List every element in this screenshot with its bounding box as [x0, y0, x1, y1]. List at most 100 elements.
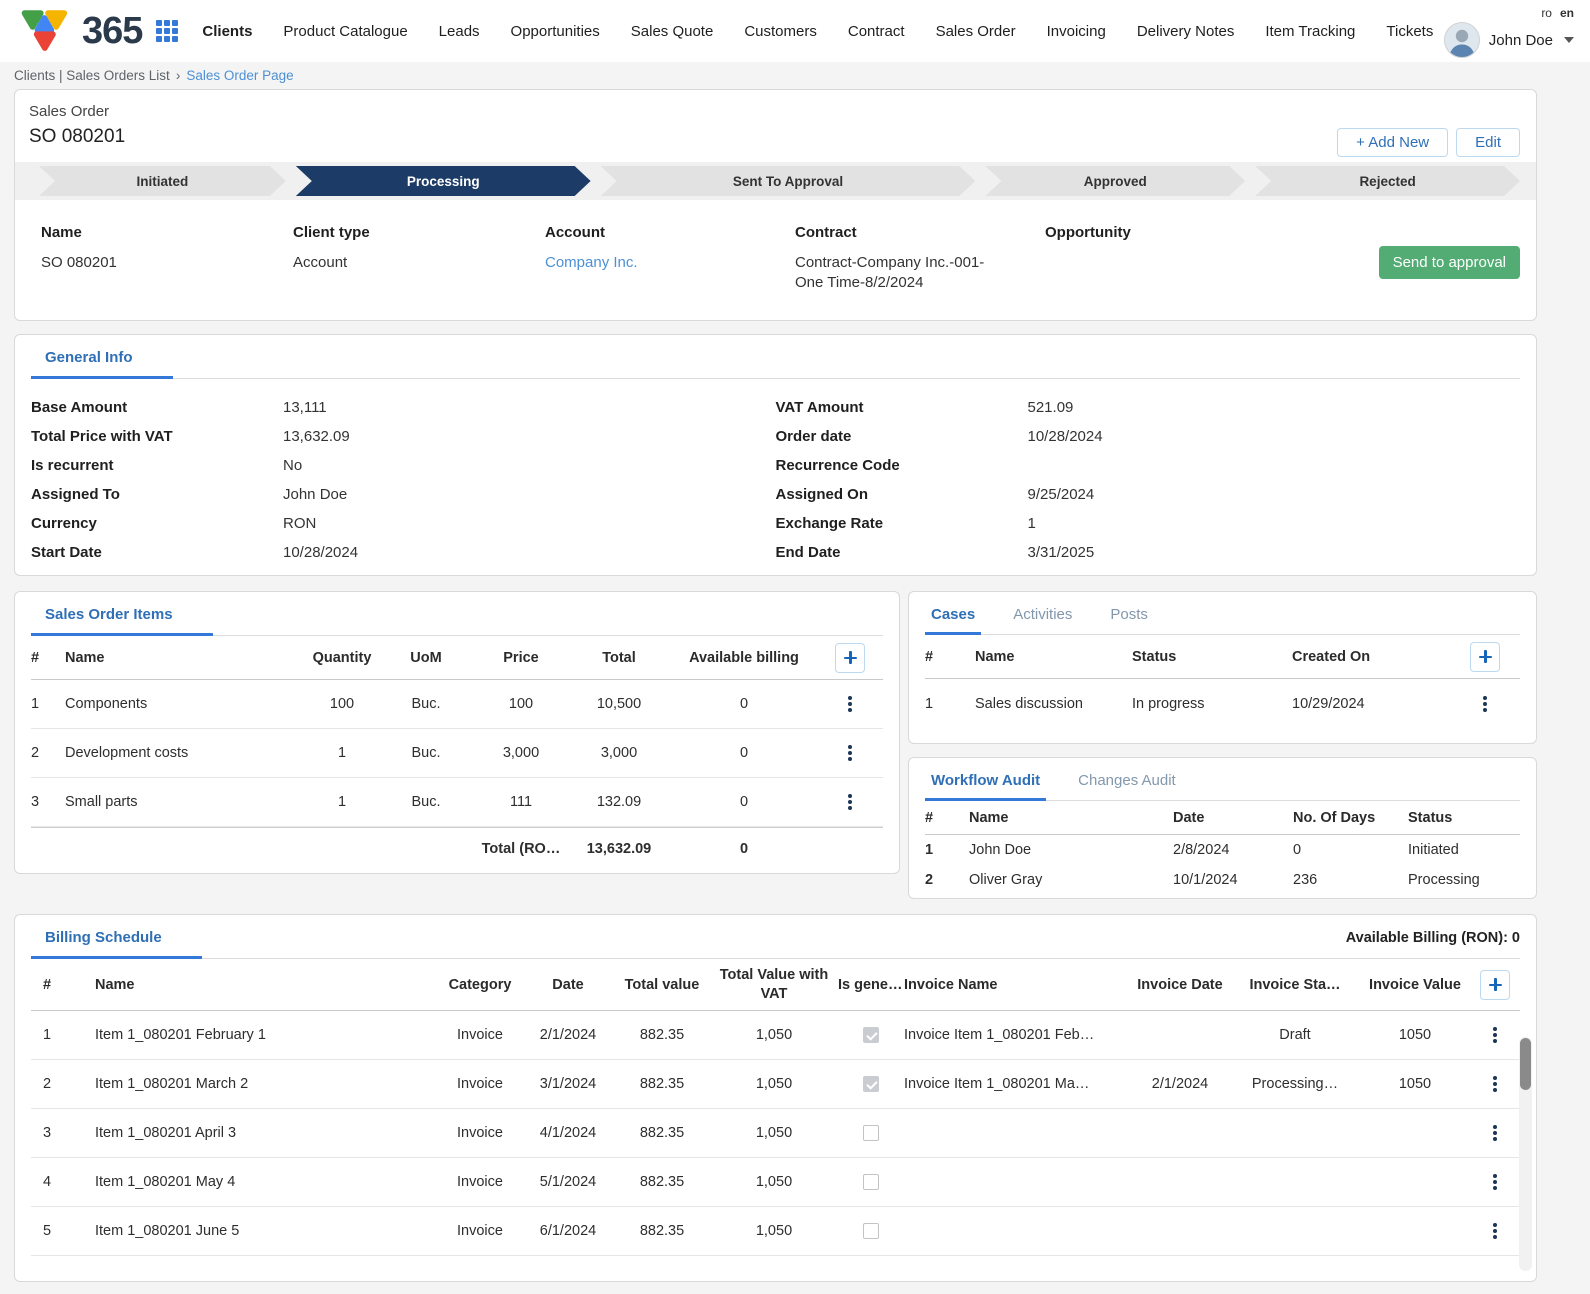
- field-client-type-label: Client type: [293, 224, 535, 241]
- row-number: 1: [31, 696, 65, 712]
- items-total-available: 0: [671, 841, 817, 857]
- kebab-menu-icon[interactable]: [1493, 1076, 1497, 1092]
- add-new-button[interactable]: + Add New: [1337, 128, 1448, 157]
- general-info-card: General Info Base Amount13,111 Total Pri…: [14, 334, 1537, 576]
- breadcrumb-current[interactable]: Sales Order Page: [186, 68, 293, 83]
- kebab-menu-icon[interactable]: [1493, 1027, 1497, 1043]
- breadcrumb-path[interactable]: Clients | Sales Orders List: [14, 68, 170, 83]
- is-generated-checkbox[interactable]: [863, 1174, 879, 1190]
- billing-item-name: Item 1_080201 April 3: [95, 1125, 438, 1141]
- tab-activities[interactable]: Activities: [1007, 594, 1078, 635]
- billing-scrollbar[interactable]: [1519, 1037, 1532, 1271]
- item-uom: Buc.: [377, 794, 475, 810]
- col-invoice-value: Invoice Value: [1360, 977, 1470, 993]
- kebab-menu-icon[interactable]: [1493, 1125, 1497, 1141]
- add-case-button[interactable]: [1470, 642, 1500, 672]
- gi-label: Recurrence Code: [776, 457, 1028, 474]
- is-generated-checkbox[interactable]: [863, 1076, 879, 1092]
- nav-item-invoicing[interactable]: Invoicing: [1047, 23, 1106, 40]
- is-generated-checkbox[interactable]: [863, 1223, 879, 1239]
- send-to-approval-button[interactable]: Send to approval: [1379, 246, 1520, 279]
- stage-initiated[interactable]: Initiated: [39, 166, 286, 196]
- lang-ro[interactable]: ro: [1541, 6, 1552, 20]
- tab-sales-order-items[interactable]: Sales Order Items: [31, 594, 213, 636]
- gi-label: Assigned To: [31, 486, 283, 503]
- kebab-menu-icon[interactable]: [848, 794, 852, 810]
- billing-invoice-name: Invoice Item 1_080201 Ma…: [904, 1076, 1130, 1092]
- kebab-menu-icon[interactable]: [1493, 1174, 1497, 1190]
- tab-cases[interactable]: Cases: [925, 594, 981, 635]
- billing-category: Invoice: [438, 1027, 522, 1043]
- nav-item-clients[interactable]: Clients: [202, 23, 252, 40]
- kebab-menu-icon[interactable]: [848, 696, 852, 712]
- lang-en[interactable]: en: [1560, 6, 1574, 20]
- col-total: Total: [567, 650, 671, 666]
- tab-changes-audit[interactable]: Changes Audit: [1072, 760, 1182, 801]
- billing-total-value: 882.35: [614, 1076, 710, 1092]
- add-billing-button[interactable]: [1480, 970, 1510, 1000]
- kebab-menu-icon[interactable]: [1483, 696, 1487, 712]
- col-name: Name: [65, 650, 307, 666]
- nav-item-sales-order[interactable]: Sales Order: [936, 23, 1016, 40]
- is-generated-checkbox[interactable]: [863, 1027, 879, 1043]
- items-total-row: Total (RO… 13,632.09 0: [31, 827, 883, 869]
- col-name: Name: [95, 977, 438, 993]
- billing-invoice-value: 1050: [1360, 1027, 1470, 1043]
- tab-general-info[interactable]: General Info: [31, 337, 173, 379]
- brand[interactable]: 365: [18, 5, 178, 57]
- gi-label: End Date: [776, 544, 1028, 561]
- billing-date: 4/1/2024: [522, 1125, 614, 1141]
- field-contract-value: Contract-Company Inc.-001-One Time-8/2/2…: [795, 253, 1005, 294]
- billing-scrollbar-thumb[interactable]: [1520, 1038, 1531, 1090]
- gi-value: 521.09: [1028, 399, 1074, 416]
- billing-item-name: Item 1_080201 June 5: [95, 1223, 438, 1239]
- col-date: Date: [1173, 810, 1293, 826]
- billing-date: 5/1/2024: [522, 1174, 614, 1190]
- tab-billing-schedule[interactable]: Billing Schedule: [31, 917, 202, 959]
- nav-item-delivery-notes[interactable]: Delivery Notes: [1137, 23, 1235, 40]
- field-name-label: Name: [41, 224, 283, 241]
- kebab-menu-icon[interactable]: [848, 745, 852, 761]
- nav-item-item-tracking[interactable]: Item Tracking: [1265, 23, 1355, 40]
- stage-approved[interactable]: Approved: [985, 166, 1245, 196]
- workflow-user: John Doe: [969, 842, 1173, 858]
- avatar[interactable]: [1444, 22, 1480, 58]
- workflow-stage-strip: Initiated Processing Sent To Approval Ap…: [15, 162, 1536, 200]
- gi-value: 10/28/2024: [1028, 428, 1103, 445]
- billing-item-name: Item 1_080201 May 4: [95, 1174, 438, 1190]
- edit-button[interactable]: Edit: [1456, 128, 1520, 157]
- item-uom: Buc.: [377, 745, 475, 761]
- add-item-button[interactable]: [835, 643, 865, 673]
- nav-item-tickets[interactable]: Tickets: [1386, 23, 1433, 40]
- user-menu[interactable]: John Doe: [1444, 22, 1574, 58]
- chevron-down-icon[interactable]: [1564, 37, 1574, 43]
- nav-item-contract[interactable]: Contract: [848, 23, 905, 40]
- item-available: 0: [671, 745, 817, 761]
- tab-workflow-audit[interactable]: Workflow Audit: [925, 760, 1046, 801]
- nav-item-customers[interactable]: Customers: [744, 23, 817, 40]
- apps-grid-icon[interactable]: [156, 20, 178, 42]
- billing-schedule-card: Billing Schedule Available Billing (RON)…: [14, 914, 1537, 1282]
- nav-item-leads[interactable]: Leads: [439, 23, 480, 40]
- field-account-value-link[interactable]: Company Inc.: [545, 253, 785, 273]
- billing-item-name: Item 1_080201 February 1: [95, 1027, 438, 1043]
- is-generated-checkbox[interactable]: [863, 1125, 879, 1141]
- kebab-menu-icon[interactable]: [1493, 1223, 1497, 1239]
- nav-item-product-catalogue[interactable]: Product Catalogue: [283, 23, 407, 40]
- item-name: Small parts: [65, 794, 307, 810]
- gi-label: Base Amount: [31, 399, 283, 416]
- item-quantity: 1: [307, 745, 377, 761]
- col-name: Name: [975, 649, 1132, 665]
- col-date: Date: [522, 977, 614, 993]
- gi-value: RON: [283, 515, 316, 532]
- billing-invoice-value: 1050: [1360, 1076, 1470, 1092]
- billing-total-with-vat: 1,050: [710, 1124, 838, 1142]
- billing-category: Invoice: [438, 1174, 522, 1190]
- stage-sent-to-approval[interactable]: Sent To Approval: [601, 166, 976, 196]
- stage-rejected[interactable]: Rejected: [1255, 166, 1520, 196]
- nav-item-opportunities[interactable]: Opportunities: [511, 23, 600, 40]
- tab-posts[interactable]: Posts: [1104, 594, 1154, 635]
- nav-item-sales-quote[interactable]: Sales Quote: [631, 23, 714, 40]
- billing-item-name: Item 1_080201 March 2: [95, 1076, 438, 1092]
- stage-processing[interactable]: Processing: [296, 166, 591, 196]
